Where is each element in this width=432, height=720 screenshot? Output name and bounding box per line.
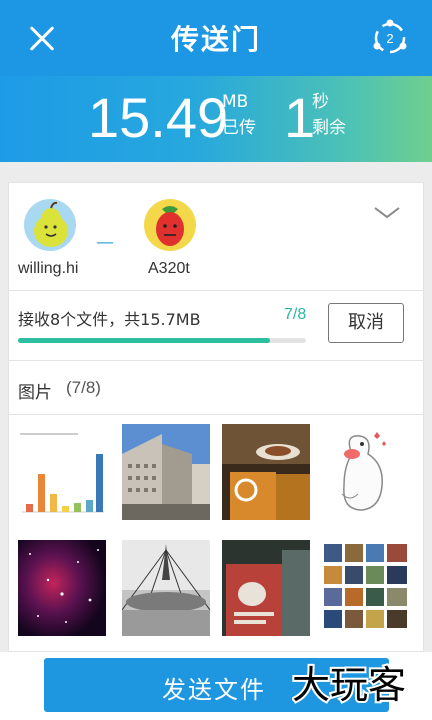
images-section-count: (7/8) bbox=[66, 378, 101, 397]
share-badge: 2 bbox=[386, 31, 393, 46]
progress-count: 7/8 bbox=[284, 306, 307, 323]
transfer-stats: 15.49 MB 已传 1 秒 剩余 bbox=[0, 76, 432, 162]
remaining-time: 1 bbox=[284, 86, 316, 149]
thumbnail-book-cover-photo[interactable] bbox=[222, 540, 310, 636]
footer: 发送文件 大玩客 bbox=[0, 652, 432, 720]
remaining-label: 剩余 bbox=[312, 118, 346, 138]
watermark-logo: 大玩客 bbox=[290, 656, 428, 712]
cancel-button[interactable]: 取消 bbox=[328, 303, 404, 343]
top-bar: 传送门 2 bbox=[0, 0, 432, 76]
sender-avatar bbox=[24, 199, 76, 251]
progress-fill bbox=[18, 338, 270, 343]
divider bbox=[8, 414, 424, 415]
remaining-unit: 秒 bbox=[312, 92, 329, 112]
thumbnail-coffee-cup-photo[interactable] bbox=[222, 424, 310, 520]
sent-amount: 15.49 bbox=[88, 86, 229, 149]
sent-unit: MB bbox=[222, 92, 249, 112]
header: 传送门 2 15.49 MB 已传 1 秒 剩余 bbox=[0, 0, 432, 162]
sent-label: 已传 bbox=[222, 118, 256, 138]
divider bbox=[8, 360, 424, 361]
images-section-title: 图片 bbox=[18, 383, 52, 403]
svg-text:大玩客: 大玩客 bbox=[292, 663, 406, 707]
receiver-name: A320t bbox=[148, 260, 190, 277]
thumbnail-cartoon-sticker[interactable] bbox=[322, 424, 410, 520]
arrow-right-icon: — bbox=[96, 232, 114, 253]
thumbnail-building-photo[interactable] bbox=[122, 424, 210, 520]
transfer-summary: 接收8个文件，共15.7MB bbox=[18, 310, 201, 329]
thumbnail-stupa-bw-photo[interactable] bbox=[122, 540, 210, 636]
receiver-avatar bbox=[144, 199, 196, 251]
sender-name: willing.hi bbox=[18, 260, 79, 277]
thumbnail-night-sky-photo[interactable] bbox=[18, 540, 106, 636]
chevron-down-icon[interactable] bbox=[372, 200, 402, 226]
thumbnail-chart-screenshot[interactable] bbox=[18, 424, 106, 520]
progress-bar bbox=[18, 338, 306, 343]
divider bbox=[8, 290, 424, 291]
thumbnail-photo-grid-collage[interactable] bbox=[322, 540, 410, 636]
share-icon[interactable]: 2 bbox=[368, 16, 412, 60]
send-file-label: 发送文件 bbox=[162, 676, 266, 704]
